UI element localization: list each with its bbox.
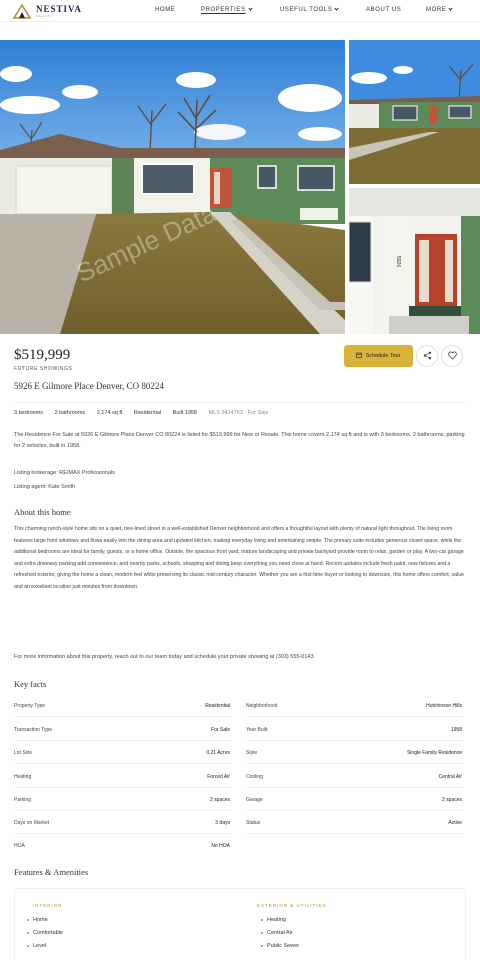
divider — [14, 763, 230, 764]
fact-year: Built 1958 — [172, 410, 198, 416]
key-facts-heading: Key facts — [14, 679, 47, 689]
share-icon — [423, 351, 432, 362]
thumbnail-photo-2[interactable]: 5926 — [349, 188, 480, 334]
fact-bedrooms: 3 bedrooms — [14, 410, 44, 416]
main-photo[interactable]: Sample Data — [0, 40, 345, 334]
nav-useful-tools[interactable]: USEFUL TOOLS — [280, 6, 340, 13]
divider — [246, 716, 462, 717]
chevron-down-icon — [448, 6, 454, 11]
feature-item: Level — [26, 943, 47, 949]
divider — [246, 763, 462, 764]
schedule-tour-button[interactable]: Schedule Tour — [344, 345, 413, 367]
listing-brokerage: Listing brokerage: RE/MAX Professionals — [14, 470, 115, 476]
nav-more[interactable]: MORE — [426, 6, 454, 13]
fact-type: Residential — [133, 410, 162, 416]
quick-facts: 3 bedrooms 2 bathrooms 2,174 sq ft Resid… — [14, 410, 279, 416]
fact-bathrooms: 2 bathrooms — [54, 410, 86, 416]
listing-price: $519,999 — [14, 347, 71, 363]
svg-text:5926: 5926 — [395, 256, 401, 267]
divider — [14, 787, 230, 788]
calendar-icon — [356, 352, 363, 360]
listing-status: FUTURE SHOWINGS — [14, 366, 73, 372]
top-nav: NESTIVA REALTY HOME PROPERTIES USEFUL TO… — [0, 0, 480, 22]
heart-icon — [447, 351, 457, 362]
share-button[interactable] — [416, 345, 438, 367]
divider — [14, 716, 230, 717]
fact-sqft: 2,174 sq ft — [96, 410, 123, 416]
fact-mls: MLS 5414763 · For Sale — [208, 410, 269, 416]
about-description: This charming ranch-style home sits on a… — [14, 526, 464, 590]
divider — [14, 402, 466, 403]
nav-about-us[interactable]: ABOUT US — [366, 7, 401, 13]
divider — [14, 740, 230, 741]
nav-properties[interactable]: PROPERTIES — [201, 6, 253, 13]
chevron-down-icon — [334, 6, 340, 11]
nav-home[interactable]: HOME — [155, 7, 175, 13]
main-menu: HOME PROPERTIES USEFUL TOOLS ABOUT US MO… — [0, 6, 480, 15]
feature-item: Comfortable — [27, 930, 63, 936]
divider — [246, 833, 462, 834]
features-heading: Features & Amenities — [14, 867, 89, 877]
divider — [246, 810, 462, 811]
about-heading: About this home — [14, 507, 71, 517]
divider — [14, 810, 230, 811]
feature-item: Home — [27, 917, 48, 923]
listing-summary: The Residence For Sale at 5926 E Gilmore… — [14, 432, 465, 449]
favorite-button[interactable] — [441, 345, 463, 367]
listing-agent: Listing agent: Kate Smith — [14, 484, 76, 490]
thumbnail-photo-1[interactable] — [349, 40, 480, 184]
listing-address: 5926 E Gilmore Place Denver, CO 80224 — [14, 381, 164, 391]
schedule-tour-label: Schedule Tour — [365, 353, 401, 359]
features-right-heading: EXTERIOR & UTILITIES — [257, 903, 327, 908]
divider — [14, 833, 230, 834]
contact-line: For more information about this property… — [14, 654, 316, 660]
divider — [246, 787, 462, 788]
feature-item: Public Sewer — [260, 943, 300, 949]
chevron-down-icon — [247, 6, 253, 11]
features-card: INTERIOR Home Comfortable Level EXTERIOR… — [14, 888, 466, 960]
feature-item: Central Air — [261, 930, 293, 936]
feature-item: Heating — [261, 917, 286, 923]
features-left-heading: INTERIOR — [33, 903, 63, 908]
divider — [246, 740, 462, 741]
